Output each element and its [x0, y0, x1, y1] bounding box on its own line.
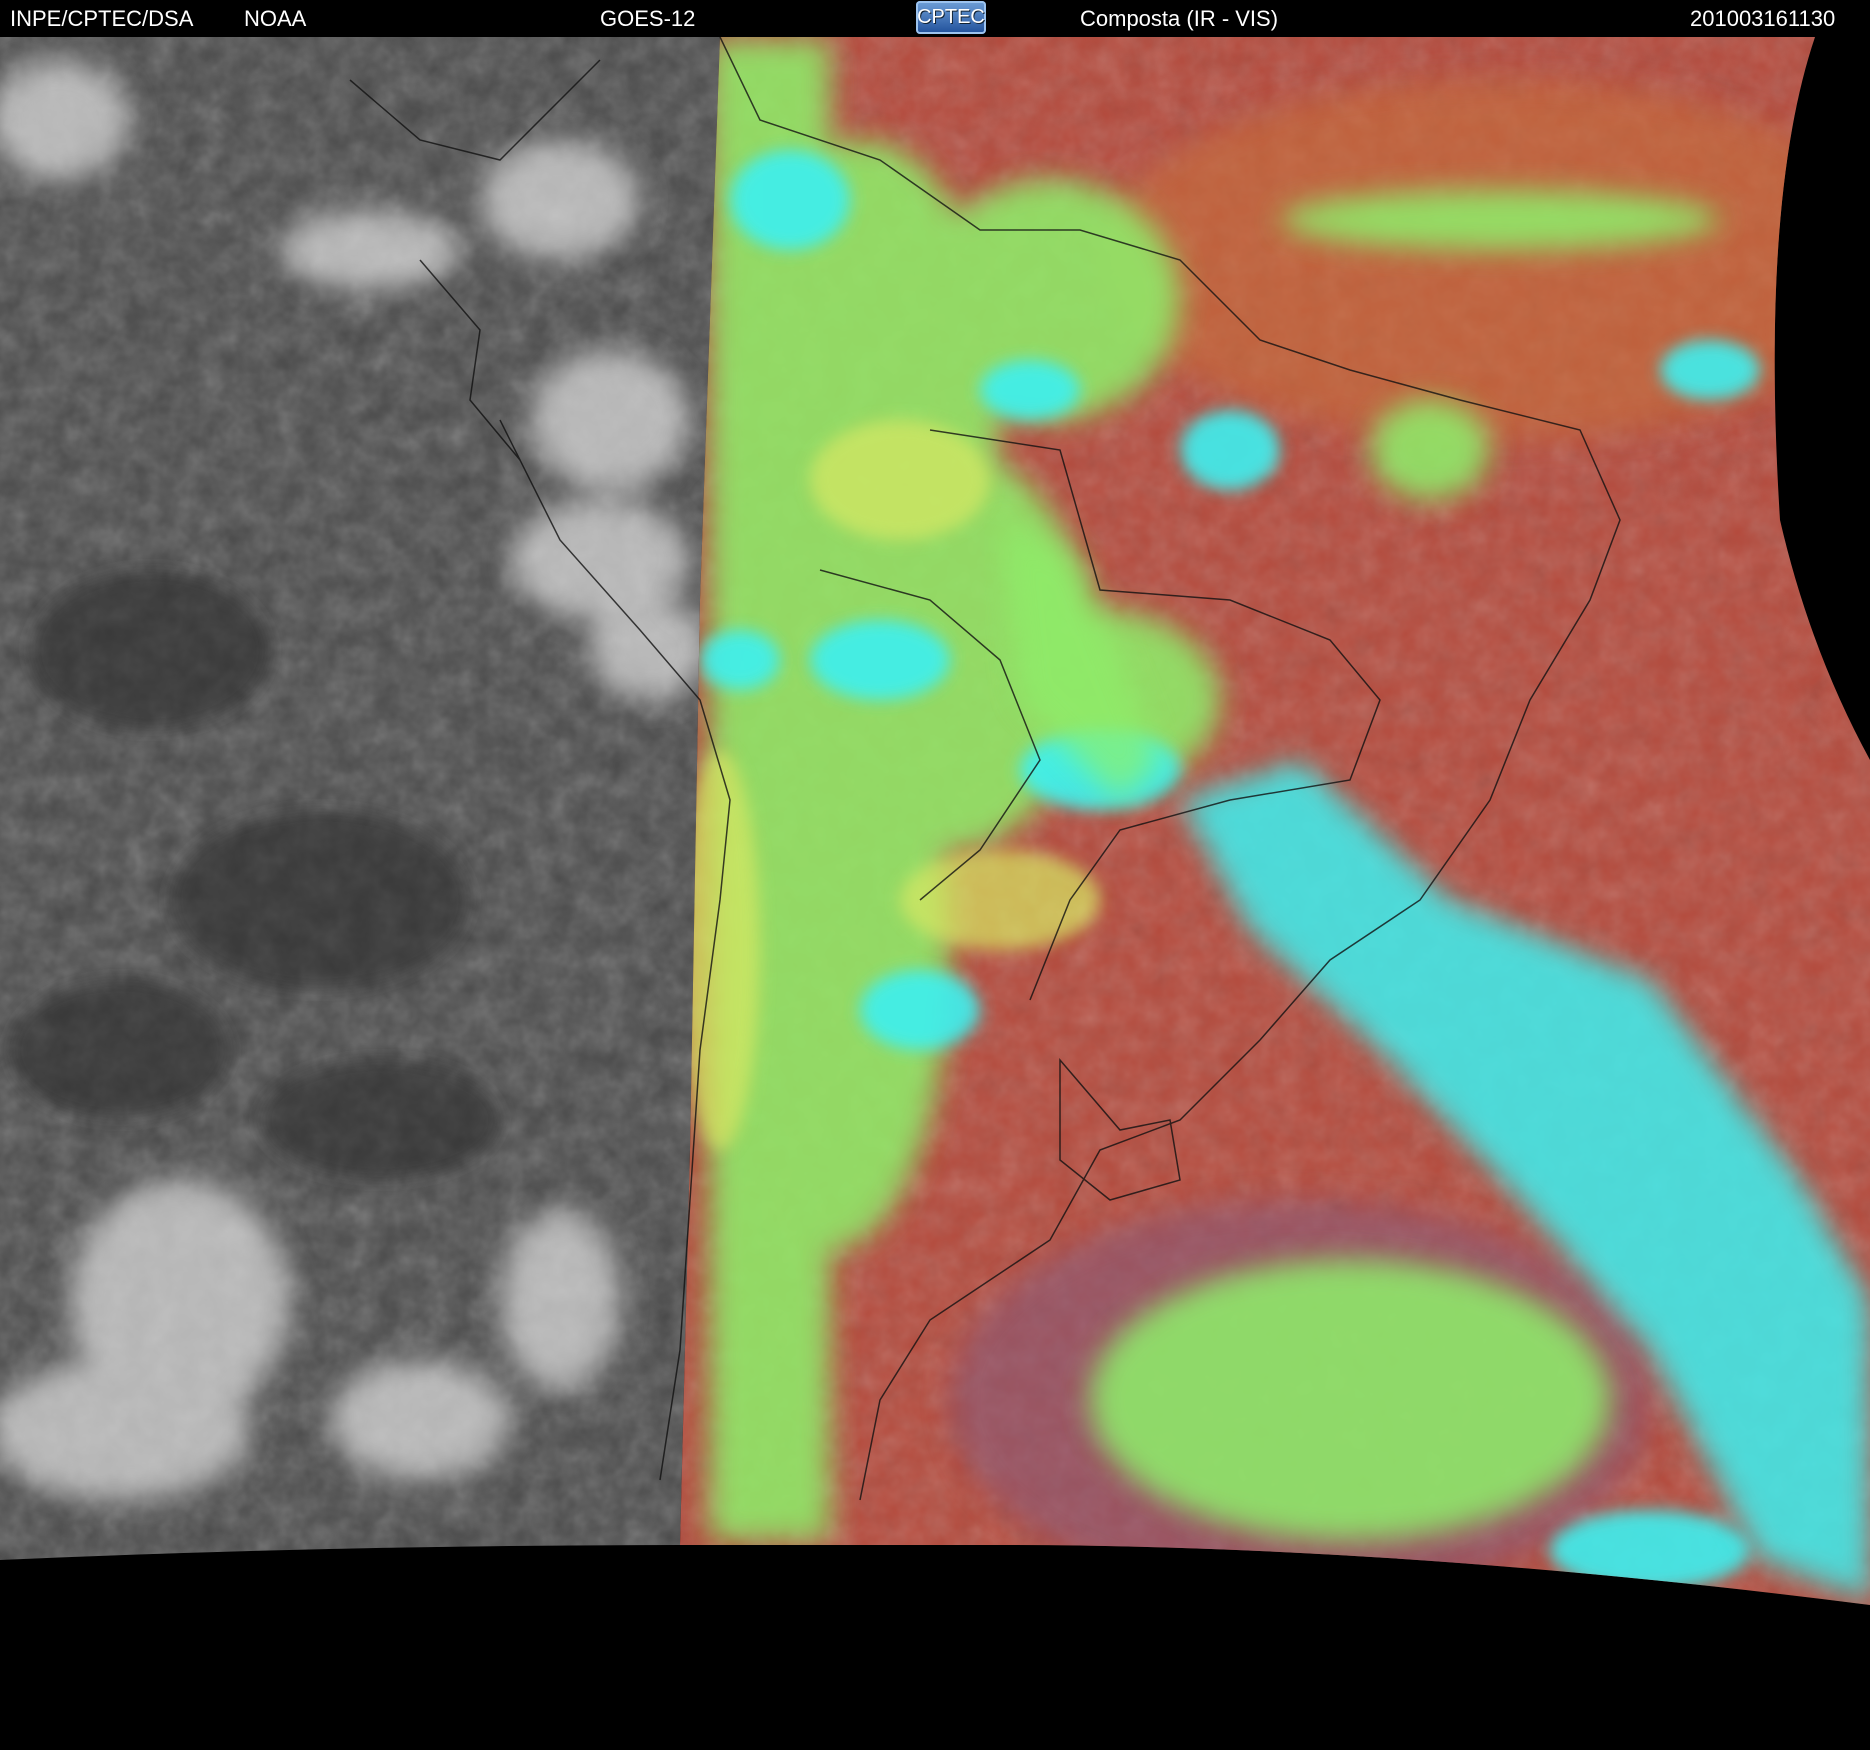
logo-text: CPTEC: [917, 6, 985, 28]
agency-label: INPE/CPTEC/DSA: [10, 6, 194, 31]
composite-color-region: [680, 37, 1870, 1605]
satellite-label: GOES-12: [600, 6, 696, 31]
product-label: Composta (IR - VIS): [1080, 6, 1279, 31]
timestamp-label: 201003161130: [1690, 6, 1836, 31]
ir-grayscale-region: [0, 37, 720, 1560]
cptec-logo: CPTEC: [916, 1, 986, 34]
satellite-image: [0, 37, 1870, 1750]
source-label: NOAA: [244, 6, 307, 31]
header-bar: INPE/CPTEC/DSA NOAA GOES-12 CPTEC Compos…: [0, 0, 1870, 37]
